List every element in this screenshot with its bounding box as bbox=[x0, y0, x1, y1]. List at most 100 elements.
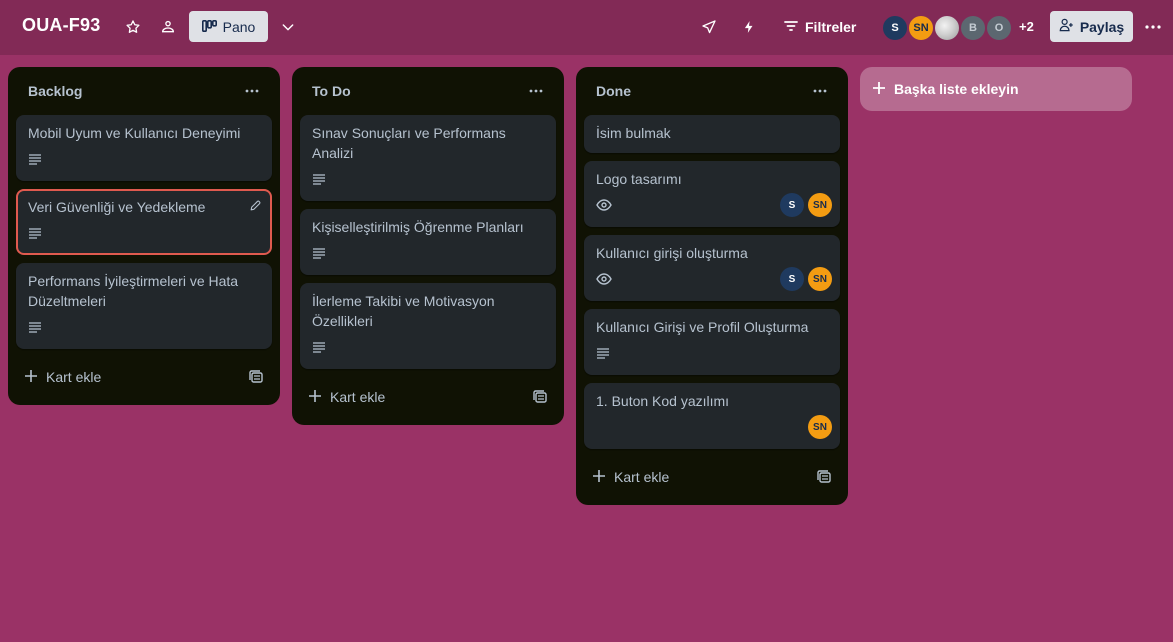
card[interactable]: Mobil Uyum ve Kullanıcı Deneyimi bbox=[16, 115, 272, 181]
add-list-button[interactable]: Başka liste ekleyin bbox=[860, 67, 1132, 111]
more-horizontal-icon[interactable] bbox=[808, 79, 832, 103]
card-template-icon[interactable] bbox=[814, 467, 834, 487]
member-avatar[interactable]: O bbox=[985, 14, 1013, 42]
card-badges bbox=[28, 147, 260, 171]
card-title: Kullanıcı girişi oluşturma bbox=[596, 245, 748, 261]
more-horizontal-icon[interactable] bbox=[1140, 13, 1166, 41]
card-title: Mobil Uyum ve Kullanıcı Deneyimi bbox=[28, 125, 241, 141]
board-view-button[interactable]: Pano bbox=[189, 11, 268, 42]
list-header: To Do bbox=[300, 67, 556, 115]
card-badges bbox=[312, 167, 544, 191]
list-header: Backlog bbox=[16, 67, 272, 115]
member-avatar[interactable]: S bbox=[881, 14, 909, 42]
card[interactable]: Kişiselleştirilmiş Öğrenme Planları bbox=[300, 209, 556, 275]
automation-bolt-icon[interactable] bbox=[735, 13, 763, 41]
member-avatar[interactable]: SN bbox=[808, 415, 832, 439]
card-members: S SN bbox=[780, 193, 832, 217]
list-title[interactable]: Done bbox=[596, 83, 631, 99]
extra-members-count[interactable]: +2 bbox=[1019, 19, 1034, 34]
card-badges bbox=[596, 341, 828, 365]
list-title[interactable]: Backlog bbox=[28, 83, 82, 99]
plus-icon bbox=[872, 81, 886, 98]
description-icon bbox=[312, 341, 326, 353]
member-avatar[interactable]: SN bbox=[907, 14, 935, 42]
send-icon[interactable] bbox=[695, 13, 723, 41]
add-person-icon bbox=[1059, 18, 1074, 35]
card-badges bbox=[28, 315, 260, 339]
more-horizontal-icon[interactable] bbox=[240, 79, 264, 103]
more-horizontal-icon[interactable] bbox=[524, 79, 548, 103]
add-card-button[interactable]: Kart ekle bbox=[592, 469, 669, 486]
add-card-button[interactable]: Kart ekle bbox=[308, 389, 385, 406]
workspace-visibility-icon[interactable] bbox=[154, 13, 182, 41]
card-template-icon[interactable] bbox=[246, 367, 266, 387]
add-card-label: Kart ekle bbox=[46, 369, 102, 385]
description-icon bbox=[28, 321, 42, 333]
list-footer: Kart ekle bbox=[584, 457, 840, 497]
list-footer: Kart ekle bbox=[16, 357, 272, 397]
card-members: SN bbox=[808, 415, 832, 439]
description-icon bbox=[28, 227, 42, 239]
description-icon bbox=[28, 153, 42, 165]
card[interactable]: 1. Buton Kod yazılımı SN bbox=[584, 383, 840, 449]
add-card-button[interactable]: Kart ekle bbox=[24, 369, 101, 386]
card-title: Performans İyileştirmeleri ve Hata Düzel… bbox=[28, 273, 239, 309]
member-avatar[interactable]: SN bbox=[808, 193, 832, 217]
card[interactable]: Kullanıcı Girişi ve Profil Oluşturma bbox=[584, 309, 840, 375]
edit-pencil-icon[interactable] bbox=[249, 199, 262, 217]
description-icon bbox=[596, 347, 610, 359]
list-footer: Kart ekle bbox=[300, 377, 556, 417]
board-title[interactable]: OUA-F93 bbox=[22, 15, 100, 36]
card[interactable]: İlerleme Takibi ve Motivasyon Özellikler… bbox=[300, 283, 556, 369]
board-view-label: Pano bbox=[222, 18, 256, 35]
watch-eye-icon bbox=[596, 199, 612, 211]
plus-icon bbox=[308, 389, 322, 406]
card-title: İsim bulmak bbox=[596, 125, 671, 141]
card-title: Kişiselleştirilmiş Öğrenme Planları bbox=[312, 219, 524, 235]
card-title: Kullanıcı Girişi ve Profil Oluşturma bbox=[596, 319, 809, 335]
board-view-icon bbox=[201, 19, 217, 35]
share-button[interactable]: Paylaş bbox=[1050, 11, 1133, 42]
add-card-label: Kart ekle bbox=[614, 469, 670, 485]
card[interactable]: Veri Güvenliği ve Yedekleme bbox=[16, 189, 272, 255]
watch-eye-icon bbox=[596, 273, 612, 285]
card-members: S SN bbox=[780, 267, 832, 291]
list-todo: To Do Sınav Sonuçları ve Performans Anal… bbox=[292, 67, 564, 425]
list-backlog: Backlog Mobil Uyum ve Kullanıcı Deneyimi… bbox=[8, 67, 280, 405]
filter-label: Filtreler bbox=[805, 19, 857, 35]
card[interactable]: Sınav Sonuçları ve Performans Analizi bbox=[300, 115, 556, 201]
member-avatar[interactable]: S bbox=[780, 193, 804, 217]
board-header: OUA-F93 Pano Filtreler S SN B O +2 Payla… bbox=[0, 0, 1173, 55]
plus-icon bbox=[592, 469, 606, 486]
card-template-icon[interactable] bbox=[530, 387, 550, 407]
share-label: Paylaş bbox=[1079, 18, 1125, 35]
card-title: Logo tasarımı bbox=[596, 171, 682, 187]
card-badges bbox=[596, 415, 828, 439]
card-title: Veri Güvenliği ve Yedekleme bbox=[28, 199, 206, 215]
member-avatar[interactable]: S bbox=[780, 267, 804, 291]
add-list-label: Başka liste ekleyin bbox=[894, 81, 1019, 97]
card[interactable]: İsim bulmak bbox=[584, 115, 840, 153]
member-avatar[interactable]: SN bbox=[808, 267, 832, 291]
description-icon bbox=[312, 173, 326, 185]
filter-icon bbox=[784, 19, 798, 35]
card[interactable]: Logo tasarımı S SN bbox=[584, 161, 840, 227]
card-badges bbox=[312, 241, 544, 265]
card-title: Sınav Sonuçları ve Performans Analizi bbox=[312, 125, 506, 161]
description-icon bbox=[312, 247, 326, 259]
plus-icon bbox=[24, 369, 38, 386]
card[interactable]: Performans İyileştirmeleri ve Hata Düzel… bbox=[16, 263, 272, 349]
member-avatar[interactable]: B bbox=[959, 14, 987, 42]
list-done: Done İsim bulmak Logo tasarımı S SN Kull… bbox=[576, 67, 848, 505]
star-icon[interactable] bbox=[119, 13, 147, 41]
card-title: İlerleme Takibi ve Motivasyon Özellikler… bbox=[312, 293, 495, 329]
add-card-label: Kart ekle bbox=[330, 389, 386, 405]
card-badges bbox=[28, 221, 260, 245]
filter-button[interactable]: Filtreler bbox=[784, 13, 856, 41]
member-avatar[interactable] bbox=[933, 14, 961, 42]
card[interactable]: Kullanıcı girişi oluşturma S SN bbox=[584, 235, 840, 301]
card-badges bbox=[312, 335, 544, 359]
chevron-down-icon[interactable] bbox=[274, 13, 302, 41]
list-header: Done bbox=[584, 67, 840, 115]
list-title[interactable]: To Do bbox=[312, 83, 351, 99]
